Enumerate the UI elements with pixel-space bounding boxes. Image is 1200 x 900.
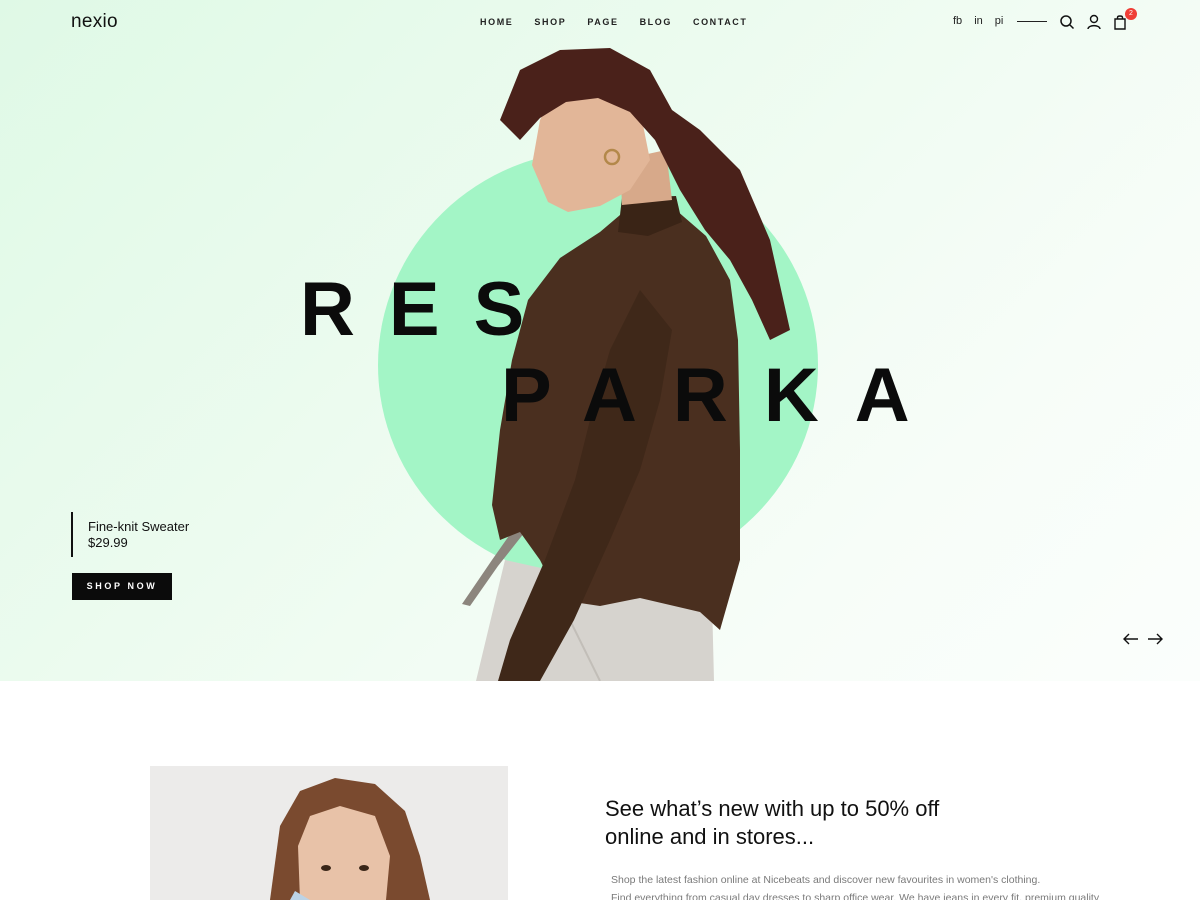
- nav-item-page[interactable]: PAGE: [587, 17, 618, 27]
- hero-headline-line2: PARKA: [501, 353, 946, 438]
- promo-model-image: [150, 766, 508, 900]
- nav-item-shop[interactable]: SHOP: [534, 17, 566, 27]
- nav-item-blog[interactable]: BLOG: [640, 17, 672, 27]
- arrow-left-icon[interactable]: [1122, 630, 1140, 648]
- promo-text-line2: Find everything from casual day dresses …: [611, 892, 1100, 900]
- arrow-right-icon[interactable]: [1146, 630, 1164, 648]
- product-name: Fine-knit Sweater: [88, 519, 190, 534]
- promo-text-line1: Shop the latest fashion online at Nicebe…: [611, 874, 1041, 886]
- shop-now-button[interactable]: SHOP NOW: [72, 573, 172, 600]
- nav-item-home[interactable]: HOME: [480, 17, 513, 27]
- social-links: fb in pi: [953, 15, 1048, 27]
- cart-count-badge: 2: [1125, 8, 1137, 20]
- product-caption: Fine-knit Sweater $29.99: [71, 512, 189, 557]
- site-logo[interactable]: nexio: [71, 11, 118, 33]
- social-instagram-link[interactable]: in: [974, 15, 983, 27]
- hero-model-image: [0, 0, 1200, 681]
- promo-title-line2: online and in stores...: [605, 824, 815, 849]
- main-nav: HOME SHOP PAGE BLOG CONTACT: [480, 17, 769, 27]
- nav-item-contact[interactable]: CONTACT: [693, 17, 748, 27]
- promo-description: Shop the latest fashion online at Nicebe…: [611, 871, 1131, 900]
- site-header: nexio HOME SHOP PAGE BLOG CONTACT fb in …: [0, 0, 1200, 46]
- social-facebook-link[interactable]: fb: [953, 15, 962, 27]
- social-pinterest-link[interactable]: pi: [995, 15, 1004, 27]
- promo-title-line1: See what’s new with up to 50% off: [605, 796, 940, 821]
- social-divider: [1017, 20, 1048, 22]
- promo-title: See what’s new with up to 50% off online…: [605, 795, 1065, 851]
- search-icon[interactable]: [1059, 14, 1075, 30]
- product-price: $29.99: [88, 535, 128, 550]
- user-icon[interactable]: [1086, 14, 1102, 30]
- hero-slider: RESI PARKA Fine-knit Sweater $29.99 SHOP…: [0, 0, 1200, 681]
